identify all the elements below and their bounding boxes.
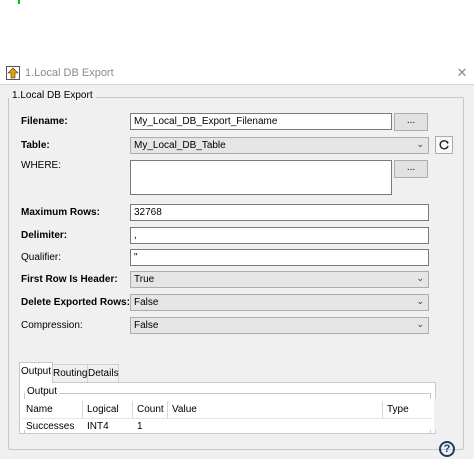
export-dialog-window: 1.Local DB Export ✕ 1.Local DB Export Fi…: [0, 62, 474, 459]
qualifier-field[interactable]: ": [130, 249, 429, 266]
cell-logical: INT4: [87, 421, 109, 430]
cell-value: [168, 419, 176, 423]
chevron-down-icon: ⌄: [416, 296, 424, 306]
tab-routing[interactable]: Routing: [52, 364, 88, 382]
filename-browse-button[interactable]: ...: [394, 113, 428, 131]
delete-exported-label: Delete Exported Rows:: [21, 297, 130, 308]
table-select[interactable]: My_Local_DB_Table ⌄: [130, 137, 429, 154]
cell-count: 1: [137, 421, 143, 430]
export-arrow-icon: [6, 66, 20, 80]
first-row-header-select[interactable]: True ⌄: [130, 271, 429, 288]
column-header-value[interactable]: Value: [168, 401, 383, 419]
qualifier-label: Qualifier:: [21, 252, 62, 263]
tab-output[interactable]: Output: [19, 362, 53, 383]
tab-details[interactable]: Details: [87, 364, 119, 382]
table-header: Name Logical Count Value Type: [22, 401, 432, 419]
chevron-down-icon: ⌄: [416, 273, 424, 283]
dialog-client-area: 1.Local DB Export Filename: My_Local_DB_…: [0, 84, 474, 459]
table-label: Table:: [21, 140, 50, 151]
where-label: WHERE:: [21, 160, 61, 171]
close-icon[interactable]: ✕: [454, 65, 470, 81]
compression-value: False: [134, 320, 159, 331]
compression-label: Compression:: [21, 320, 83, 331]
window-title: 1.Local DB Export: [25, 67, 114, 79]
column-header-type[interactable]: Type: [383, 401, 432, 419]
first-row-header-value: True: [134, 274, 155, 285]
filename-field[interactable]: My_Local_DB_Export_Filename: [130, 113, 392, 130]
compression-select[interactable]: False ⌄: [130, 317, 429, 334]
title-bar[interactable]: 1.Local DB Export ✕: [0, 62, 474, 84]
output-group-title: Output: [25, 386, 60, 397]
green-marker: [18, 0, 20, 4]
table-row[interactable]: Successes INT4 1: [22, 419, 432, 430]
max-rows-label: Maximum Rows:: [21, 207, 100, 218]
chevron-down-icon: ⌄: [416, 319, 424, 329]
first-row-header-label: First Row Is Header:: [21, 274, 118, 285]
group-title: 1.Local DB Export: [9, 90, 96, 101]
table-select-value: My_Local_DB_Table: [134, 140, 226, 151]
column-header-count[interactable]: Count: [133, 401, 168, 419]
where-textarea[interactable]: [130, 160, 392, 195]
refresh-table-button[interactable]: [435, 136, 453, 154]
delimiter-label: Delimiter:: [21, 230, 68, 241]
table-scrollbar[interactable]: [434, 399, 442, 430]
delete-exported-value: False: [134, 297, 159, 308]
help-icon[interactable]: ?: [439, 441, 455, 457]
where-edit-button[interactable]: ...: [394, 160, 428, 178]
column-header-logical[interactable]: Logical: [83, 401, 133, 419]
filename-label: Filename:: [21, 116, 68, 127]
cell-type: [383, 419, 391, 423]
max-rows-field[interactable]: 32768: [130, 204, 429, 221]
delimiter-field[interactable]: ,: [130, 227, 429, 244]
chevron-down-icon: ⌄: [416, 139, 424, 149]
delete-exported-select[interactable]: False ⌄: [130, 294, 429, 311]
refresh-icon: [439, 140, 449, 150]
cell-name: Successes: [26, 421, 75, 430]
column-header-name[interactable]: Name: [22, 401, 83, 419]
output-table: Name Logical Count Value Type Successes …: [22, 399, 432, 430]
